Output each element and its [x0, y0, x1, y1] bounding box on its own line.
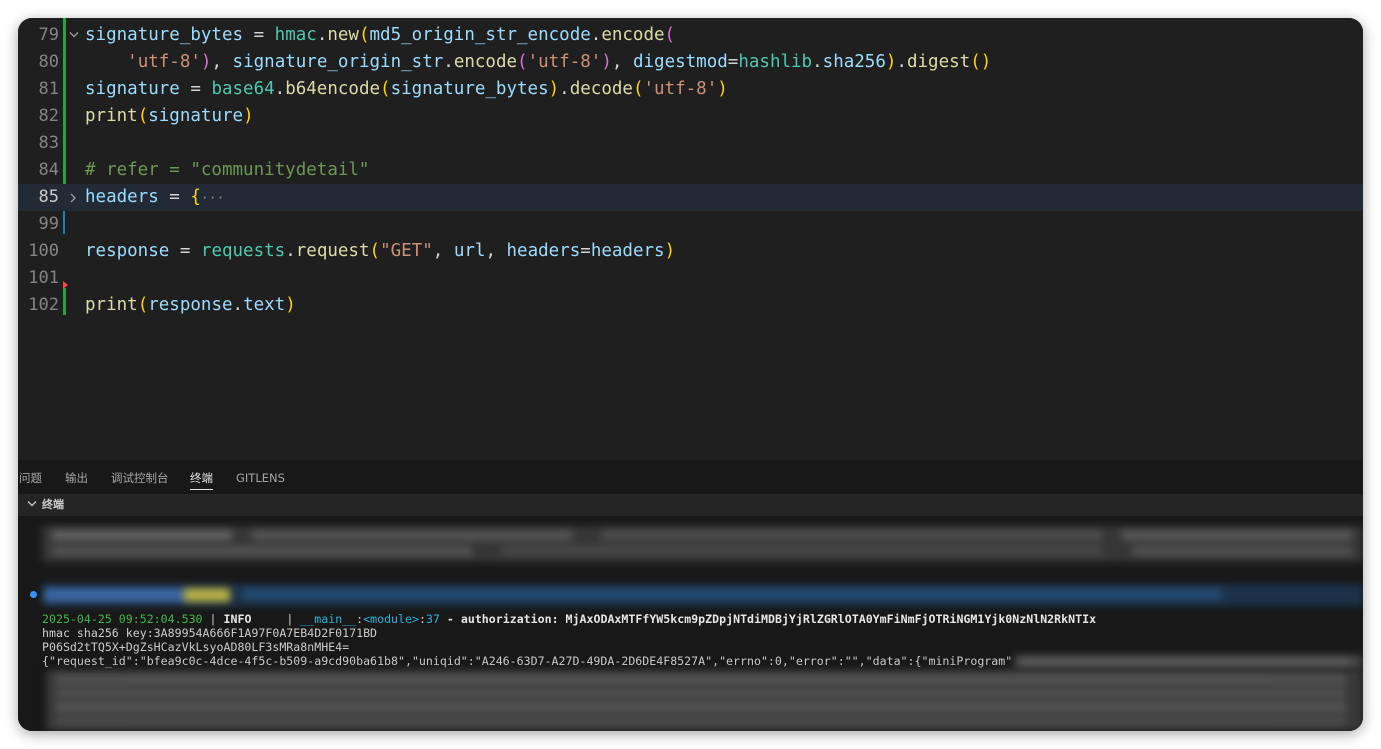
code-text: signature = base64.b64encode(signature_b…: [85, 79, 728, 99]
code-line-85[interactable]: 85 headers = {···: [18, 184, 1363, 211]
code-line-84[interactable]: 84 # refer = "communitydetail": [18, 157, 1363, 184]
line-number: 100: [28, 241, 59, 261]
line-number: 99: [38, 214, 59, 234]
line-number: 79: [38, 25, 59, 45]
redacted-prompt: [42, 584, 1363, 606]
line-number: 80: [38, 52, 59, 72]
line-number: 81: [38, 79, 59, 99]
redacted-response-body: [46, 670, 1363, 731]
redacted-response-tail: [1014, 655, 1363, 669]
code-text: 'utf-8'), signature_origin_str.encode('u…: [127, 52, 992, 72]
code-text: headers = {···: [85, 187, 225, 207]
code-text: print(signature): [85, 106, 254, 126]
code-text: print(response.text): [85, 295, 296, 315]
fold-expanded-chevron-icon[interactable]: [69, 22, 81, 49]
tab-terminal[interactable]: 终端: [190, 460, 213, 494]
vscode-window: 79 signature_bytes = hmac.new(md5_origin…: [18, 18, 1363, 731]
log-line-signature: P06Sd2tTQ5X+DgZsHCazVkLsyoAD80LF3sMRa8nM…: [42, 640, 350, 654]
panel-tab-bar: 问题 输出 调试控制台 终端 GITLENS: [18, 460, 1363, 494]
code-editor[interactable]: 79 signature_bytes = hmac.new(md5_origin…: [18, 18, 1363, 460]
tab-output[interactable]: 输出: [65, 460, 88, 494]
code-line-99[interactable]: 99: [18, 211, 1363, 238]
tab-debug-console[interactable]: 调试控制台: [111, 460, 169, 494]
line-number: 102: [28, 295, 59, 315]
chevron-down-icon: [27, 501, 37, 507]
tab-problems[interactable]: 问题: [19, 460, 42, 494]
fold-collapsed-chevron-icon[interactable]: [69, 184, 81, 211]
code-line-80[interactable]: 80 'utf-8'), signature_origin_str.encode…: [18, 49, 1363, 76]
tab-gitlens[interactable]: GITLENS: [236, 460, 285, 494]
log-line-response: {"request_id":"bfea9c0c-4dce-4f5c-b509-a…: [42, 654, 1013, 668]
code-line-83[interactable]: 83: [18, 130, 1363, 157]
redacted-output: [42, 526, 1363, 562]
code-line-101[interactable]: 101: [18, 265, 1363, 292]
log-line-authorization: 2025-04-25 09:52:04.530 | INFO | __main_…: [42, 612, 1097, 626]
code-text: signature_bytes = hmac.new(md5_origin_st…: [85, 25, 676, 45]
line-number: 84: [38, 160, 59, 180]
code-line-81[interactable]: 81 signature = base64.b64encode(signatur…: [18, 76, 1363, 103]
code-line-79[interactable]: 79 signature_bytes = hmac.new(md5_origin…: [18, 22, 1363, 49]
code-text: response = requests.request("GET", url, …: [85, 241, 676, 261]
log-line-hmac-key: hmac sha256 key:3A89954A666F1A97F0A7EB4D…: [42, 626, 378, 640]
line-number: 85: [38, 187, 59, 207]
terminal-section-title: 终端: [42, 498, 64, 511]
folded-region-ellipsis: ···: [200, 191, 225, 206]
terminal-output[interactable]: 2025-04-25 09:52:04.530 | INFO | __main_…: [18, 516, 1363, 731]
code-line-82[interactable]: 82 print(signature): [18, 103, 1363, 130]
code-comment: # refer = "communitydetail": [85, 160, 370, 180]
terminal-section-header[interactable]: 终端: [18, 494, 1363, 516]
line-number: 83: [38, 133, 59, 153]
code-line-102[interactable]: 102 print(response.text): [18, 292, 1363, 319]
command-status-dot[interactable]: [30, 591, 37, 598]
code-line-100[interactable]: 100 response = requests.request("GET", u…: [18, 238, 1363, 265]
bottom-panel: 问题 输出 调试控制台 终端 GITLENS 终端 2025-04-25 09:…: [18, 460, 1363, 731]
line-number: 101: [28, 268, 59, 288]
line-number: 82: [38, 106, 59, 126]
